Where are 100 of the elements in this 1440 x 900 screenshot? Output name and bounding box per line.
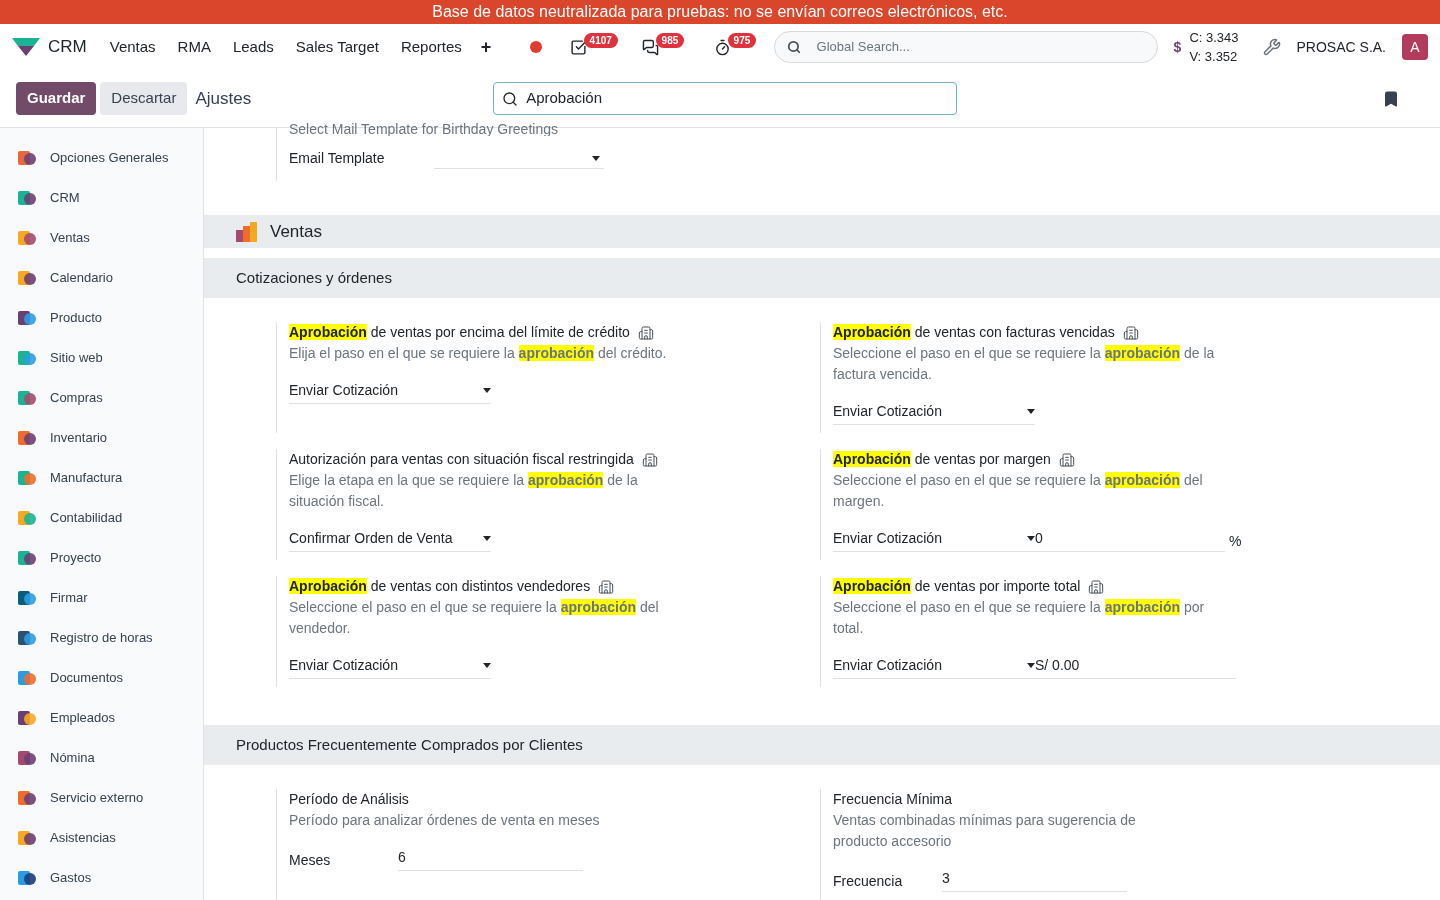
caret-icon [483, 536, 491, 541]
global-search-field[interactable]: Global Search... [773, 31, 1158, 63]
bookmark-icon[interactable] [1382, 89, 1400, 108]
systray-button[interactable]: 975 [705, 33, 770, 61]
select-field[interactable]: Confirmar Orden de Venta [289, 528, 491, 552]
field-label: Meses [289, 851, 332, 870]
count-badge: 975 [727, 33, 757, 48]
setting-description: Seleccione el paso en el que se requiere la aprobación por total. [833, 598, 1206, 638]
add-button[interactable]: + [472, 35, 500, 59]
select-field[interactable]: Enviar Cotización [289, 380, 491, 404]
discard-button[interactable]: Descartar [100, 82, 188, 115]
select-field[interactable]: Enviar Cotización [833, 655, 1035, 679]
setting-title: Aprobación de ventas por margen [833, 450, 1051, 469]
sidebar-item[interactable]: Registro de horas [0, 618, 203, 658]
menu-link[interactable]: Leads [221, 35, 285, 59]
sidebar-item[interactable]: Documentos [0, 658, 203, 698]
checkbox-icon [569, 38, 587, 56]
setting-description: Ventas combinadas mínimas para sugerencia de producto accesorio [833, 811, 1137, 851]
field-label: Frecuencia [833, 872, 904, 891]
systray-button[interactable]: 4107 [561, 33, 626, 61]
currency-icon: $ [1173, 36, 1182, 58]
sidebar-item[interactable]: Gastos [0, 858, 203, 898]
sidebar-item[interactable]: Asistencias [0, 818, 203, 858]
exchange-rate: C: 3.343 [1189, 29, 1239, 47]
sidebar-item[interactable]: Inventario [0, 418, 203, 458]
select-field[interactable]: Enviar Cotización [833, 401, 1035, 425]
settings-search-field[interactable]: Aprobación [493, 82, 958, 115]
sidebar-item[interactable]: Servicio externo [0, 778, 203, 818]
input-field[interactable]: 3 [942, 868, 1127, 892]
sidebar-item[interactable]: Manufactura [0, 458, 203, 498]
unit-label: % [1229, 532, 1242, 551]
sidebar-item[interactable]: Contabilidad [0, 498, 203, 538]
setting-title: Período de Análisis [289, 790, 409, 809]
sidebar-item[interactable]: Sitio web [0, 338, 203, 378]
setting-description: Período para analizar órdenes de venta en meses [289, 811, 601, 830]
select-field[interactable]: Enviar Cotización [289, 655, 491, 679]
sidebar-item[interactable]: Proyecto [0, 538, 203, 578]
company-icon [641, 451, 658, 468]
sidebar-item[interactable]: Ventas [0, 218, 203, 258]
caret-icon [1027, 536, 1035, 541]
select-field[interactable]: Enviar Cotización [833, 528, 1035, 552]
systray-button[interactable]: 985 [633, 33, 698, 61]
count-badge: 985 [655, 33, 685, 48]
sidebar-item[interactable]: Producto [0, 298, 203, 338]
setting-description: Seleccione el paso en el que se requiere la aprobación de la factura vencida. [833, 344, 1216, 384]
input-field[interactable]: 6 [398, 847, 583, 871]
company-icon [598, 578, 615, 595]
sidebar-item[interactable]: Nómina [0, 738, 203, 778]
setting-title: Aprobación de ventas por importe total [833, 577, 1081, 596]
amount-field[interactable]: S/ 0.00 [1035, 655, 1236, 679]
search-icon [502, 90, 519, 107]
menu-link[interactable]: Reportes [389, 35, 473, 59]
company-name[interactable]: PROSAC S.A. [1296, 36, 1386, 58]
setting-description: Elige la etapa en la que se requiere la aprobación de la situación fiscal. [289, 471, 639, 511]
caret-icon [1027, 663, 1035, 668]
user-avatar[interactable]: A [1402, 34, 1428, 60]
sidebar-item[interactable]: Empleados [0, 698, 203, 738]
company-icon [1088, 578, 1105, 595]
save-button[interactable]: Guardar [16, 82, 97, 115]
caret-icon [1027, 409, 1035, 414]
caret-icon [483, 388, 491, 393]
search-icon [786, 40, 801, 54]
company-icon [637, 324, 654, 341]
setting-description: Seleccione el paso en el que se requiere la aprobación del margen. [833, 471, 1204, 511]
caret-icon [592, 156, 600, 161]
chat-icon [641, 38, 659, 56]
field-label: Email Template [289, 149, 386, 168]
app-name-link[interactable]: CRM [48, 34, 87, 60]
setting-title: Autorización para ventas con situación fiscal restringida [289, 450, 634, 469]
setting-title: Aprobación de ventas con distintos vendedores [289, 577, 591, 596]
setting-description: Select Mail Template for Birthday Greetings [289, 122, 559, 136]
test-database-banner: Base de datos neutralizada para pruebas: no se envían correos electrónicos, etc. [0, 0, 1440, 24]
tools-icon[interactable] [1262, 38, 1281, 56]
caret-icon [483, 663, 491, 668]
setting-title: Aprobación de ventas por encima del límite de crédito [289, 323, 630, 342]
sidebar-item[interactable]: CRM [0, 178, 203, 218]
menu-link[interactable]: RMA [166, 35, 222, 59]
sidebar-item[interactable]: Compras [0, 378, 203, 418]
global-search-input[interactable]: Global Search... [816, 37, 1145, 57]
exchange-rate: V: 3.352 [1189, 48, 1239, 66]
setting-description: Seleccione el paso en el que se requiere la aprobación del vendedor. [289, 598, 660, 638]
sidebar-item[interactable]: Firmar [0, 578, 203, 618]
company-icon [1122, 324, 1139, 341]
company-icon [1058, 451, 1075, 468]
menu-link[interactable]: Sales Target [284, 35, 390, 59]
count-badge: 4107 [583, 33, 618, 48]
app-section-header: Ventas [204, 215, 1440, 248]
sales-app-icon [236, 221, 258, 242]
section-header: Productos Frecuentemente Comprados por Clientes [204, 725, 1440, 765]
menu-link[interactable]: Ventas [98, 35, 167, 59]
timer-icon [713, 38, 731, 56]
sidebar-item[interactable]: Opciones Generales [0, 138, 203, 178]
setting-title: Frecuencia Mínima [833, 790, 953, 809]
setting-description: Elija el paso en el que se requiere la aprobación del crédito. [289, 344, 668, 363]
sidebar-item[interactable]: Calendario [0, 258, 203, 298]
number-field[interactable]: 0 [1035, 528, 1225, 552]
setting-title: Aprobación de ventas con facturas vencidas [833, 323, 1115, 342]
app-logo-icon [12, 38, 40, 56]
page-title: Ajustes [195, 87, 252, 110]
section-header: Cotizaciones y órdenes [204, 258, 1440, 298]
